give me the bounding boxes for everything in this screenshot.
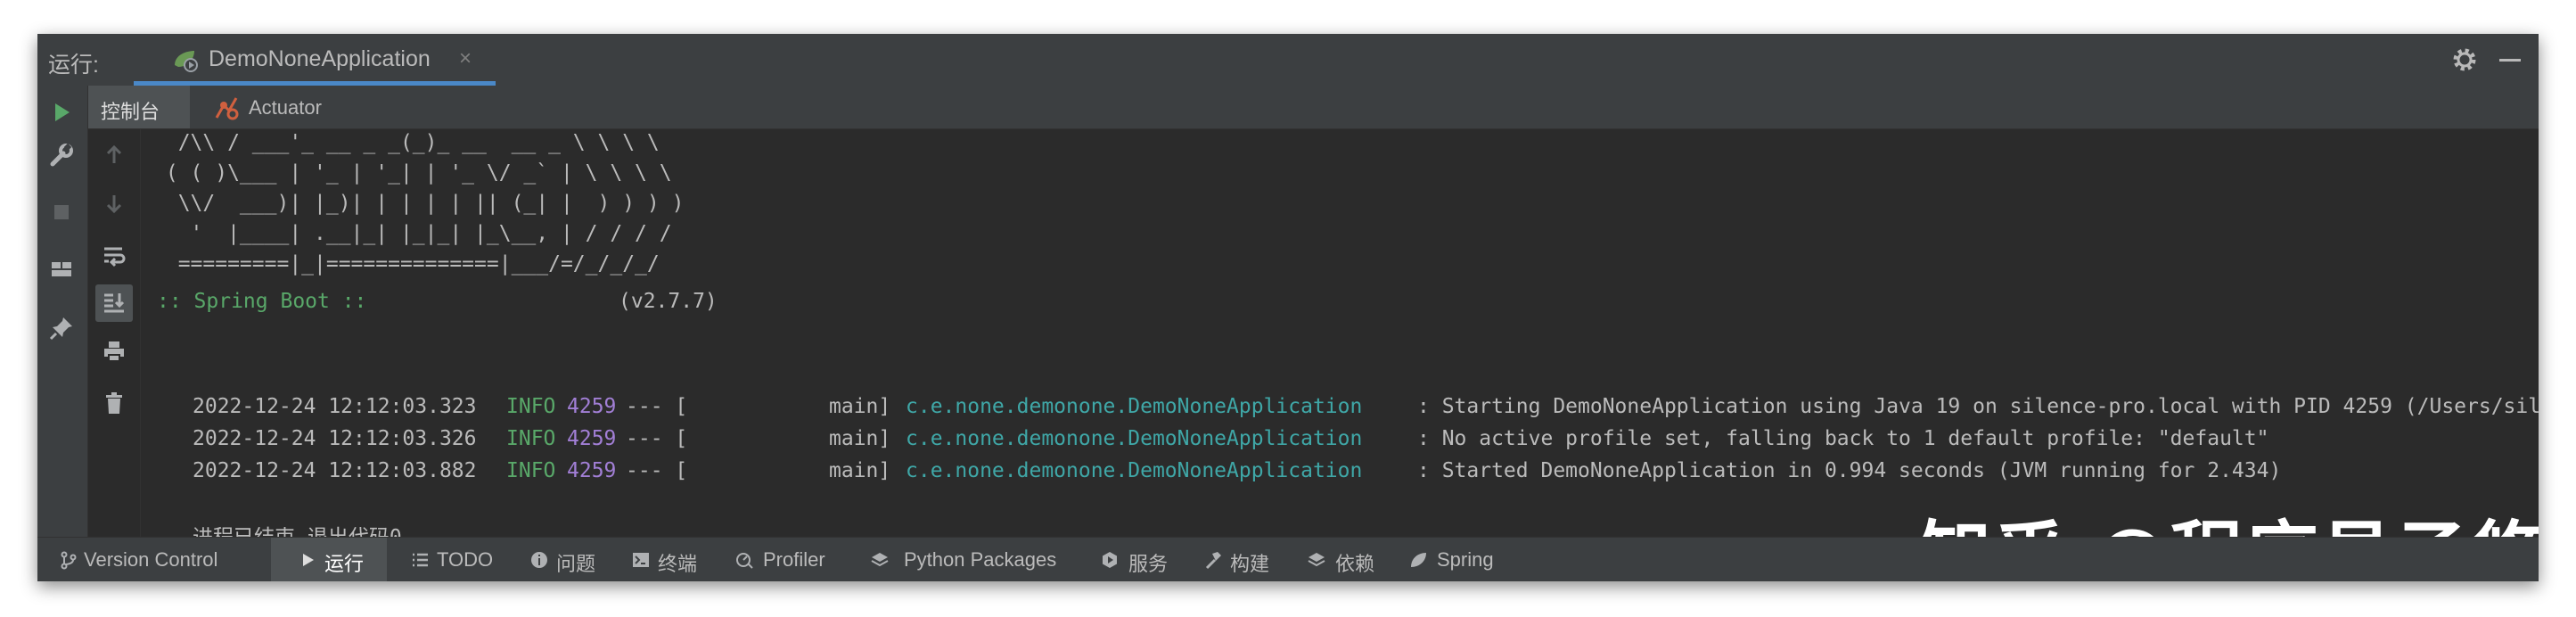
print-icon[interactable] — [101, 338, 127, 365]
console-output[interactable]: /\\ / ___'_ __ _ _(_)_ __ __ _ \ \ \ \ (… — [141, 129, 2539, 549]
log-thread: main] — [829, 427, 891, 450]
rerun-play-icon[interactable] — [47, 98, 76, 127]
tab-version-control-label: Version Control — [84, 548, 218, 571]
spring-boot-label: :: Spring Boot :: — [157, 290, 367, 313]
log-pid: 4259 — [567, 459, 617, 482]
gear-icon[interactable] — [2451, 46, 2478, 73]
actuator-icon — [215, 97, 239, 120]
tab-console[interactable]: 控制台 — [88, 86, 190, 128]
tab-services-label: 服务 — [1128, 553, 1169, 575]
log-separator: --- [ — [626, 427, 688, 450]
run-left-toolbar — [37, 86, 88, 537]
log-level: INFO — [506, 395, 556, 418]
log-row: 2022-12-24 12:12:03.323 INFO 4259 --- [ … — [141, 395, 2539, 427]
run-label: 运行: — [48, 53, 99, 78]
minimize-icon[interactable] — [2499, 59, 2521, 62]
close-icon[interactable]: × — [459, 46, 472, 71]
pin-icon[interactable] — [47, 314, 76, 342]
log-thread: main] — [829, 395, 891, 418]
tab-build-label: 构建 — [1230, 553, 1270, 575]
tab-profiler-label: Profiler — [763, 548, 825, 571]
log-logger: c.e.none.demonone.DemoNoneApplication — [906, 395, 1363, 418]
console-toolbar — [88, 129, 141, 537]
wrench-icon[interactable] — [47, 141, 76, 169]
tab-terminal[interactable]: 终端 — [590, 538, 724, 581]
spring-boot-version: (v2.7.7) — [619, 290, 718, 313]
log-level: INFO — [506, 459, 556, 482]
branch-icon — [61, 551, 77, 570]
tab-profiler[interactable]: Profiler — [724, 538, 857, 581]
hammer-icon — [1205, 552, 1221, 570]
layers-icon — [871, 553, 889, 567]
services-icon — [1103, 552, 1117, 568]
run-config-tab-label: DemoNoneApplication — [209, 46, 431, 71]
run-titlebar: 运行: DemoNoneApplication × — [37, 34, 2539, 86]
banner-line: =========|_|==============|___/=/_/_/_/ — [153, 252, 660, 276]
log-message: : Started DemoNoneApplication in 0.994 s… — [1417, 459, 2282, 482]
stop-icon[interactable] — [47, 198, 76, 226]
log-pid: 4259 — [567, 395, 617, 418]
log-message: : Starting DemoNoneApplication using Jav… — [1417, 395, 2539, 418]
tab-dependencies[interactable]: 依赖 — [1300, 538, 1407, 581]
banner-line: /\\ / ___'_ __ _ _(_)_ __ __ _ \ \ \ \ — [153, 131, 660, 154]
tab-spring[interactable]: Spring — [1401, 538, 1535, 581]
log-timestamp: 2022-12-24 12:12:03.323 — [193, 395, 477, 418]
tab-python-packages-label: Python Packages — [904, 548, 1057, 571]
banner-line: \\/ ___)| |_)| | | | | || (_| | ) ) ) ) — [153, 192, 685, 215]
tab-spring-label: Spring — [1437, 548, 1494, 571]
arrow-up-icon[interactable] — [101, 142, 127, 169]
arrow-down-icon[interactable] — [101, 190, 127, 217]
tool-window-bar: Version Control 运行 TODO 问题 终端 Profiler P… — [37, 537, 2539, 581]
log-pid: 4259 — [567, 427, 617, 450]
tab-console-label: 控制台 — [101, 101, 160, 123]
log-logger: c.e.none.demonone.DemoNoneApplication — [906, 459, 1363, 482]
banner-line: ' |____| .__|_| |_|_| |_\__, | / / / / — [153, 222, 672, 245]
tab-terminal-label: 终端 — [658, 553, 698, 575]
trash-icon[interactable] — [101, 390, 127, 416]
run-tool-window: 运行: DemoNoneApplication × 控制台 Actuator /… — [37, 34, 2539, 581]
log-separator: --- [ — [626, 459, 688, 482]
log-level: INFO — [506, 427, 556, 450]
tab-dependencies-label: 依赖 — [1335, 553, 1375, 575]
log-timestamp: 2022-12-24 12:12:03.326 — [193, 427, 477, 450]
log-row: 2022-12-24 12:12:03.326 INFO 4259 --- [ … — [141, 427, 2268, 459]
log-thread: main] — [829, 459, 891, 482]
run-config-tab[interactable]: DemoNoneApplication × — [134, 34, 496, 86]
tab-services[interactable]: 服务 — [1089, 538, 1196, 581]
layers-icon — [1308, 553, 1325, 567]
profiler-icon — [736, 553, 753, 569]
info-icon — [531, 552, 547, 568]
tab-run-label: 运行 — [324, 553, 365, 575]
log-separator: --- [ — [626, 395, 688, 418]
tab-build[interactable]: 构建 — [1196, 538, 1303, 581]
run-subtabs: 控制台 Actuator — [88, 86, 2539, 129]
tab-actuator-label: Actuator — [249, 96, 322, 119]
spring-leaf-icon — [1411, 553, 1426, 567]
log-message: : No active profile set, falling back to… — [1417, 427, 2269, 450]
list-icon — [413, 553, 428, 567]
tab-python-packages[interactable]: Python Packages — [857, 538, 1080, 581]
spring-boot-run-icon — [175, 51, 198, 72]
scroll-to-end-icon — [104, 293, 125, 313]
terminal-icon — [633, 553, 649, 567]
log-logger: c.e.none.demonone.DemoNoneApplication — [906, 427, 1363, 450]
log-timestamp: 2022-12-24 12:12:03.882 — [193, 459, 477, 482]
tab-version-control[interactable]: Version Control — [52, 538, 275, 581]
soft-wrap-icon[interactable] — [101, 242, 127, 268]
banner-line: ( ( )\___ | '_ | '_| | '_ \/ _` | \ \ \ … — [153, 161, 672, 185]
scroll-to-end-toggle[interactable] — [95, 284, 133, 322]
play-icon — [303, 554, 314, 566]
layout-icon[interactable] — [47, 255, 76, 284]
log-row: 2022-12-24 12:12:03.882 INFO 4259 --- [ … — [141, 459, 2281, 491]
